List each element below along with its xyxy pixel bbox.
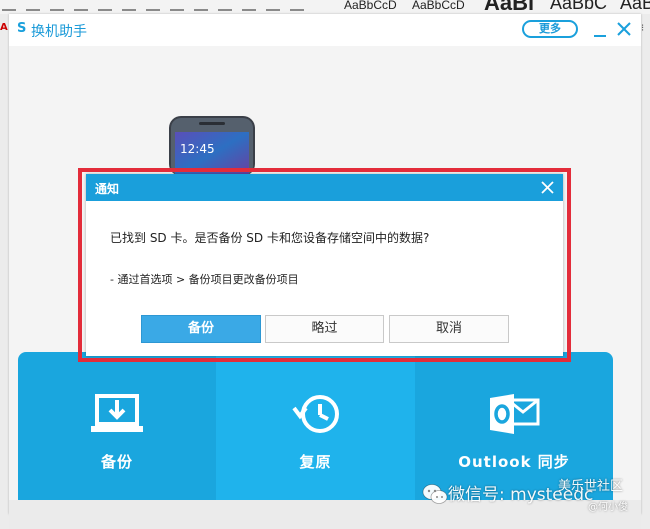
format-icon xyxy=(2,1,16,11)
style-sample[interactable]: AaBbCcD xyxy=(412,0,465,12)
backup-laptop-icon xyxy=(91,394,143,432)
style-sample[interactable]: AaB xyxy=(620,0,650,14)
svg-text:12:45: 12:45 xyxy=(180,142,215,156)
outlook-icon xyxy=(490,394,540,434)
title-bar: S 换机助手 更多 xyxy=(9,14,641,46)
action-tiles: 备份 复原 Outlook 同步 xyxy=(18,352,613,500)
ribbon-overflow-icon: ⁝ xyxy=(641,23,645,34)
background-right-edge: ⁝ xyxy=(641,14,650,529)
format-icon xyxy=(194,1,208,11)
format-icon xyxy=(98,1,112,11)
backup-tile[interactable]: 备份 xyxy=(18,352,216,500)
app-logo-icon: S xyxy=(17,21,27,36)
restore-clock-icon xyxy=(291,395,339,433)
format-icon xyxy=(170,1,184,11)
background-left-edge: A xyxy=(0,14,9,529)
tile-label-outlook: Outlook 同步 xyxy=(458,453,570,471)
ribbon-toolbar-icons xyxy=(2,0,332,12)
format-icon xyxy=(242,1,256,11)
minimize-icon[interactable] xyxy=(592,22,608,38)
tile-label-restore: 复原 xyxy=(299,453,332,471)
format-icon xyxy=(290,1,304,11)
restore-tile[interactable]: 复原 xyxy=(216,352,415,500)
tile-label-backup: 备份 xyxy=(100,453,133,471)
format-icon xyxy=(26,1,40,11)
format-icon xyxy=(74,1,88,11)
window-bottom-edge xyxy=(9,500,641,529)
phone-illustration: 12:45 xyxy=(169,116,255,176)
screen: AaBbCcD AaBbCcD AaBl AaBbC AaB A ⁝ S 换机助… xyxy=(0,0,650,529)
font-color-icon: A xyxy=(0,22,8,33)
close-icon[interactable] xyxy=(616,21,632,37)
format-icon xyxy=(50,1,64,11)
more-button[interactable]: 更多 xyxy=(522,20,578,38)
format-icon xyxy=(122,1,136,11)
format-icon xyxy=(266,1,280,11)
style-sample[interactable]: AaBl xyxy=(484,0,534,14)
style-sample[interactable]: AaBbCcD xyxy=(344,0,397,12)
background-ribbon: AaBbCcD AaBbCcD AaBl AaBbC AaB xyxy=(0,0,650,15)
app-title: 换机助手 xyxy=(31,24,87,40)
format-icon xyxy=(218,1,232,11)
style-sample[interactable]: AaBbC xyxy=(550,0,607,14)
outlook-sync-tile[interactable]: Outlook 同步 xyxy=(415,352,613,500)
format-icon xyxy=(146,1,160,11)
highlight-frame xyxy=(78,168,571,362)
